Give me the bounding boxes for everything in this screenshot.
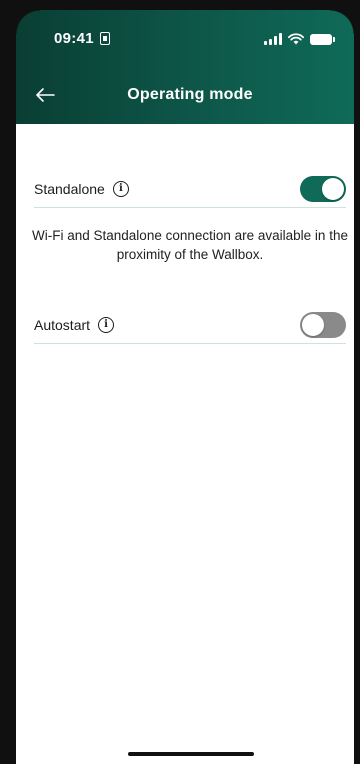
standalone-label-group: Standalone i: [34, 180, 129, 197]
sim-icon: [100, 32, 110, 45]
status-time: 09:41: [54, 30, 94, 47]
standalone-label: Standalone: [34, 180, 105, 197]
page-title: Operating mode: [127, 86, 253, 103]
navigation-bar: Operating mode: [16, 74, 354, 118]
wifi-icon: [288, 33, 304, 45]
standalone-description: Wi-Fi and Standalone connection are avai…: [32, 228, 348, 262]
device-frame-top: [0, 0, 360, 10]
status-icons: [264, 31, 335, 45]
device-frame-left: [0, 0, 16, 764]
settings-content: Standalone i Wi-Fi and Standalone connec…: [16, 124, 354, 764]
toggle-knob: [302, 313, 324, 336]
standalone-row: Standalone i: [34, 160, 346, 208]
app-header: 09:41 Operating mode: [16, 10, 354, 124]
device-corner: [16, 10, 40, 34]
autostart-toggle[interactable]: [300, 311, 346, 338]
standalone-info-icon[interactable]: i: [112, 180, 129, 197]
device-corner: [330, 10, 354, 34]
autostart-label-group: Autostart i: [34, 316, 115, 333]
toggle-knob: [322, 177, 344, 200]
autostart-row: Autostart i: [34, 296, 346, 344]
phone-screen: 09:41 Operating mode Standalone i Wi-Fi …: [0, 0, 360, 764]
signal-icon: [264, 33, 282, 45]
status-bar: 09:41: [16, 10, 354, 54]
autostart-info-icon[interactable]: i: [98, 316, 115, 333]
autostart-label: Autostart: [34, 316, 91, 333]
battery-icon: [310, 34, 335, 45]
home-indicator[interactable]: [128, 752, 254, 756]
standalone-toggle[interactable]: [300, 175, 346, 202]
device-frame-right: [354, 0, 360, 764]
